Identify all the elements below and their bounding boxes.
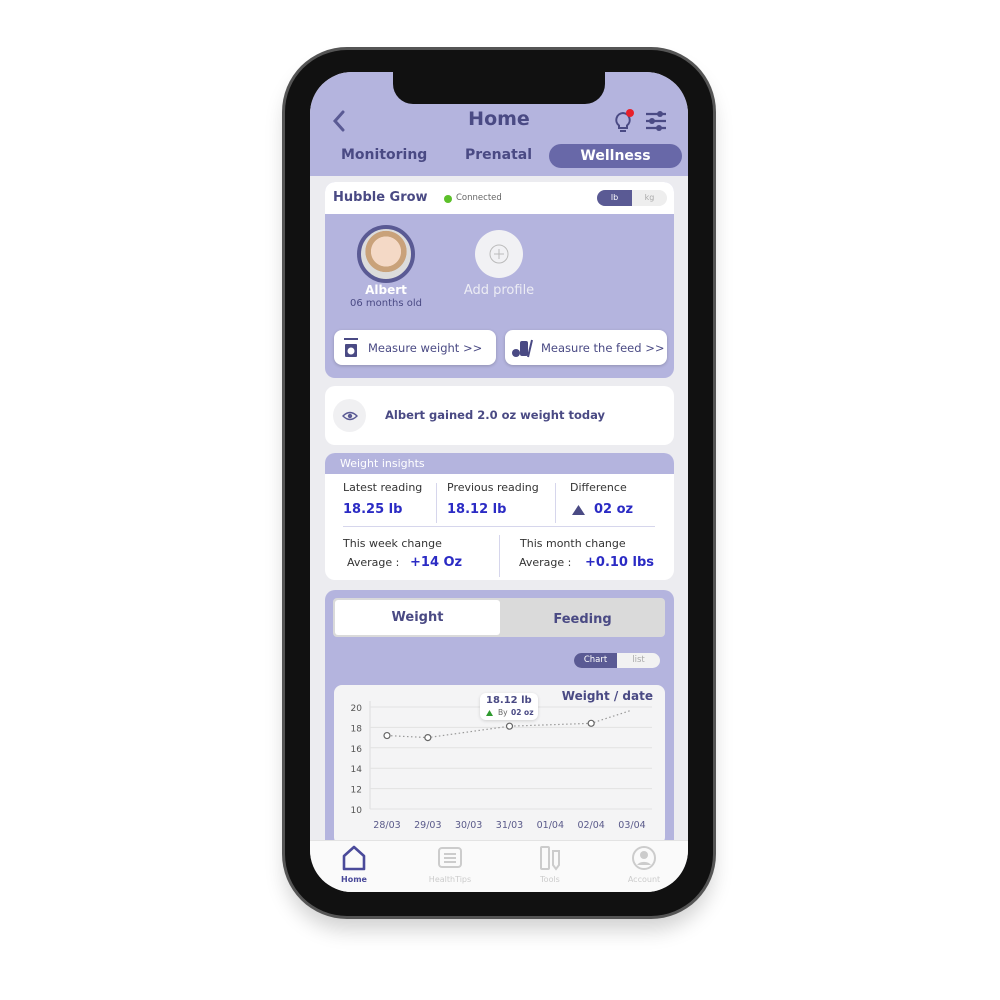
view-list[interactable]: list (617, 653, 660, 668)
nav-home-label: Home (341, 875, 367, 884)
avatar[interactable] (357, 225, 415, 283)
up-triangle-green-icon (486, 710, 493, 716)
measure-weight-button[interactable]: Measure weight >> (334, 330, 496, 365)
x-tick-label: 30/03 (455, 820, 482, 831)
phone-notch (393, 70, 605, 104)
add-profile-button[interactable] (475, 230, 523, 278)
tools-icon (540, 846, 560, 871)
nav-account[interactable]: Account (614, 845, 674, 891)
measure-weight-label: Measure weight >> (368, 340, 483, 355)
chart-list-toggle[interactable]: Chart list (574, 653, 660, 668)
tab-monitoring[interactable]: Monitoring (341, 147, 427, 163)
week-change-label: This week change (343, 537, 442, 550)
profile-age: 06 months old (350, 298, 422, 309)
tooltip-value: 18.12 lb (486, 695, 532, 706)
data-point (505, 722, 514, 730)
home-icon (342, 845, 366, 871)
profile-name[interactable]: Albert (325, 283, 447, 297)
add-profile-label[interactable]: Add profile (445, 283, 553, 298)
health-tips-icon (438, 847, 462, 868)
y-tick-label: 10 (351, 806, 363, 816)
month-average-value: +0.10 lbs (585, 555, 654, 570)
month-change-label: This month change (520, 537, 626, 550)
y-tick-label: 14 (351, 765, 363, 775)
app-screen: Home Monitoring Prenatal Wellness Hubble… (310, 72, 688, 892)
measure-feed-button[interactable]: Measure the feed >> (505, 330, 667, 365)
tab-wellness[interactable]: Wellness (549, 144, 682, 168)
insight-icon-badge (333, 399, 366, 432)
weight-insights-header: Weight insights (325, 453, 674, 474)
feeding-bottle-icon (512, 339, 533, 357)
unit-lb[interactable]: lb (597, 190, 632, 206)
tab-weight[interactable]: Weight (335, 600, 500, 635)
nav-healthtips-label: HealthTips (428, 875, 472, 884)
month-average-label: Average : (519, 556, 572, 569)
up-triangle-icon (572, 505, 585, 515)
insight-message: Albert gained 2.0 oz weight today (385, 408, 605, 422)
nav-tools[interactable]: Tools (520, 845, 580, 891)
chart-card: Weight Feeding Chart list Weight / date … (325, 590, 674, 850)
y-tick-label: 18 (351, 724, 363, 734)
weight-insights-card: Weight insights Latest reading 18.25 lb … (325, 453, 674, 580)
connected-dot-icon (444, 195, 452, 203)
device-name: Hubble Grow (333, 190, 428, 205)
x-tick-label: 28/03 (373, 820, 400, 831)
chart-tooltip: 18.12 lb By 02 oz (480, 693, 538, 720)
unit-toggle[interactable]: lb kg (597, 190, 667, 206)
x-tick-label: 29/03 (414, 820, 441, 831)
y-tick-label: 20 (351, 704, 363, 714)
x-tick-label: 02/04 (577, 820, 604, 831)
difference-label: Difference (570, 481, 627, 494)
latest-reading-label: Latest reading (343, 481, 423, 494)
chart-area: Weight / date 20 18 16 14 12 10 28/03 29/03 30/0… (334, 685, 665, 845)
eye-icon (341, 411, 358, 420)
data-point (424, 733, 432, 742)
lightbulb-icon[interactable] (613, 108, 635, 134)
nav-healthtips[interactable]: HealthTips (420, 845, 480, 891)
account-icon (632, 846, 656, 870)
measure-feed-label: Measure the feed >> (541, 340, 665, 355)
tooltip-by-value: 02 oz (511, 708, 534, 717)
difference-value: 02 oz (594, 502, 634, 517)
tooltip-by-label: By (498, 708, 508, 717)
filter-settings-icon[interactable] (645, 111, 667, 131)
y-tick-label: 12 (351, 786, 362, 796)
unit-kg[interactable]: kg (632, 190, 667, 206)
tab-prenatal[interactable]: Prenatal (465, 147, 532, 163)
view-chart[interactable]: Chart (574, 653, 617, 668)
data-point (383, 731, 391, 740)
device-card: Hubble Grow Connected lb kg Albert 06 mo… (325, 182, 674, 378)
nav-account-label: Account (627, 875, 661, 884)
data-point (587, 719, 595, 727)
chart-tabs: Weight Feeding (333, 598, 665, 637)
tab-feeding[interactable]: Feeding (500, 602, 665, 637)
x-tick-label: 03/04 (618, 820, 645, 831)
x-tick-label: 01/04 (537, 820, 564, 831)
bottom-nav: Home HealthTips Tools Account (310, 840, 688, 892)
previous-reading-value: 18.12 lb (447, 502, 507, 517)
nav-home[interactable]: Home (330, 845, 378, 891)
plus-circle-icon (489, 244, 509, 264)
latest-reading-value: 18.25 lb (343, 502, 403, 517)
week-average-label: Average : (347, 556, 400, 569)
connection-status: Connected (456, 193, 502, 203)
scale-icon (344, 337, 358, 357)
x-tick-label: 31/03 (496, 820, 523, 831)
previous-reading-label: Previous reading (447, 481, 539, 494)
insight-card: Albert gained 2.0 oz weight today (325, 386, 674, 445)
week-average-value: +14 Oz (410, 555, 463, 570)
nav-tools-label: Tools (540, 875, 560, 884)
weight-insights-title: Weight insights (340, 457, 425, 470)
device-header: Hubble Grow Connected lb kg (325, 182, 674, 214)
y-tick-label: 16 (351, 745, 363, 755)
